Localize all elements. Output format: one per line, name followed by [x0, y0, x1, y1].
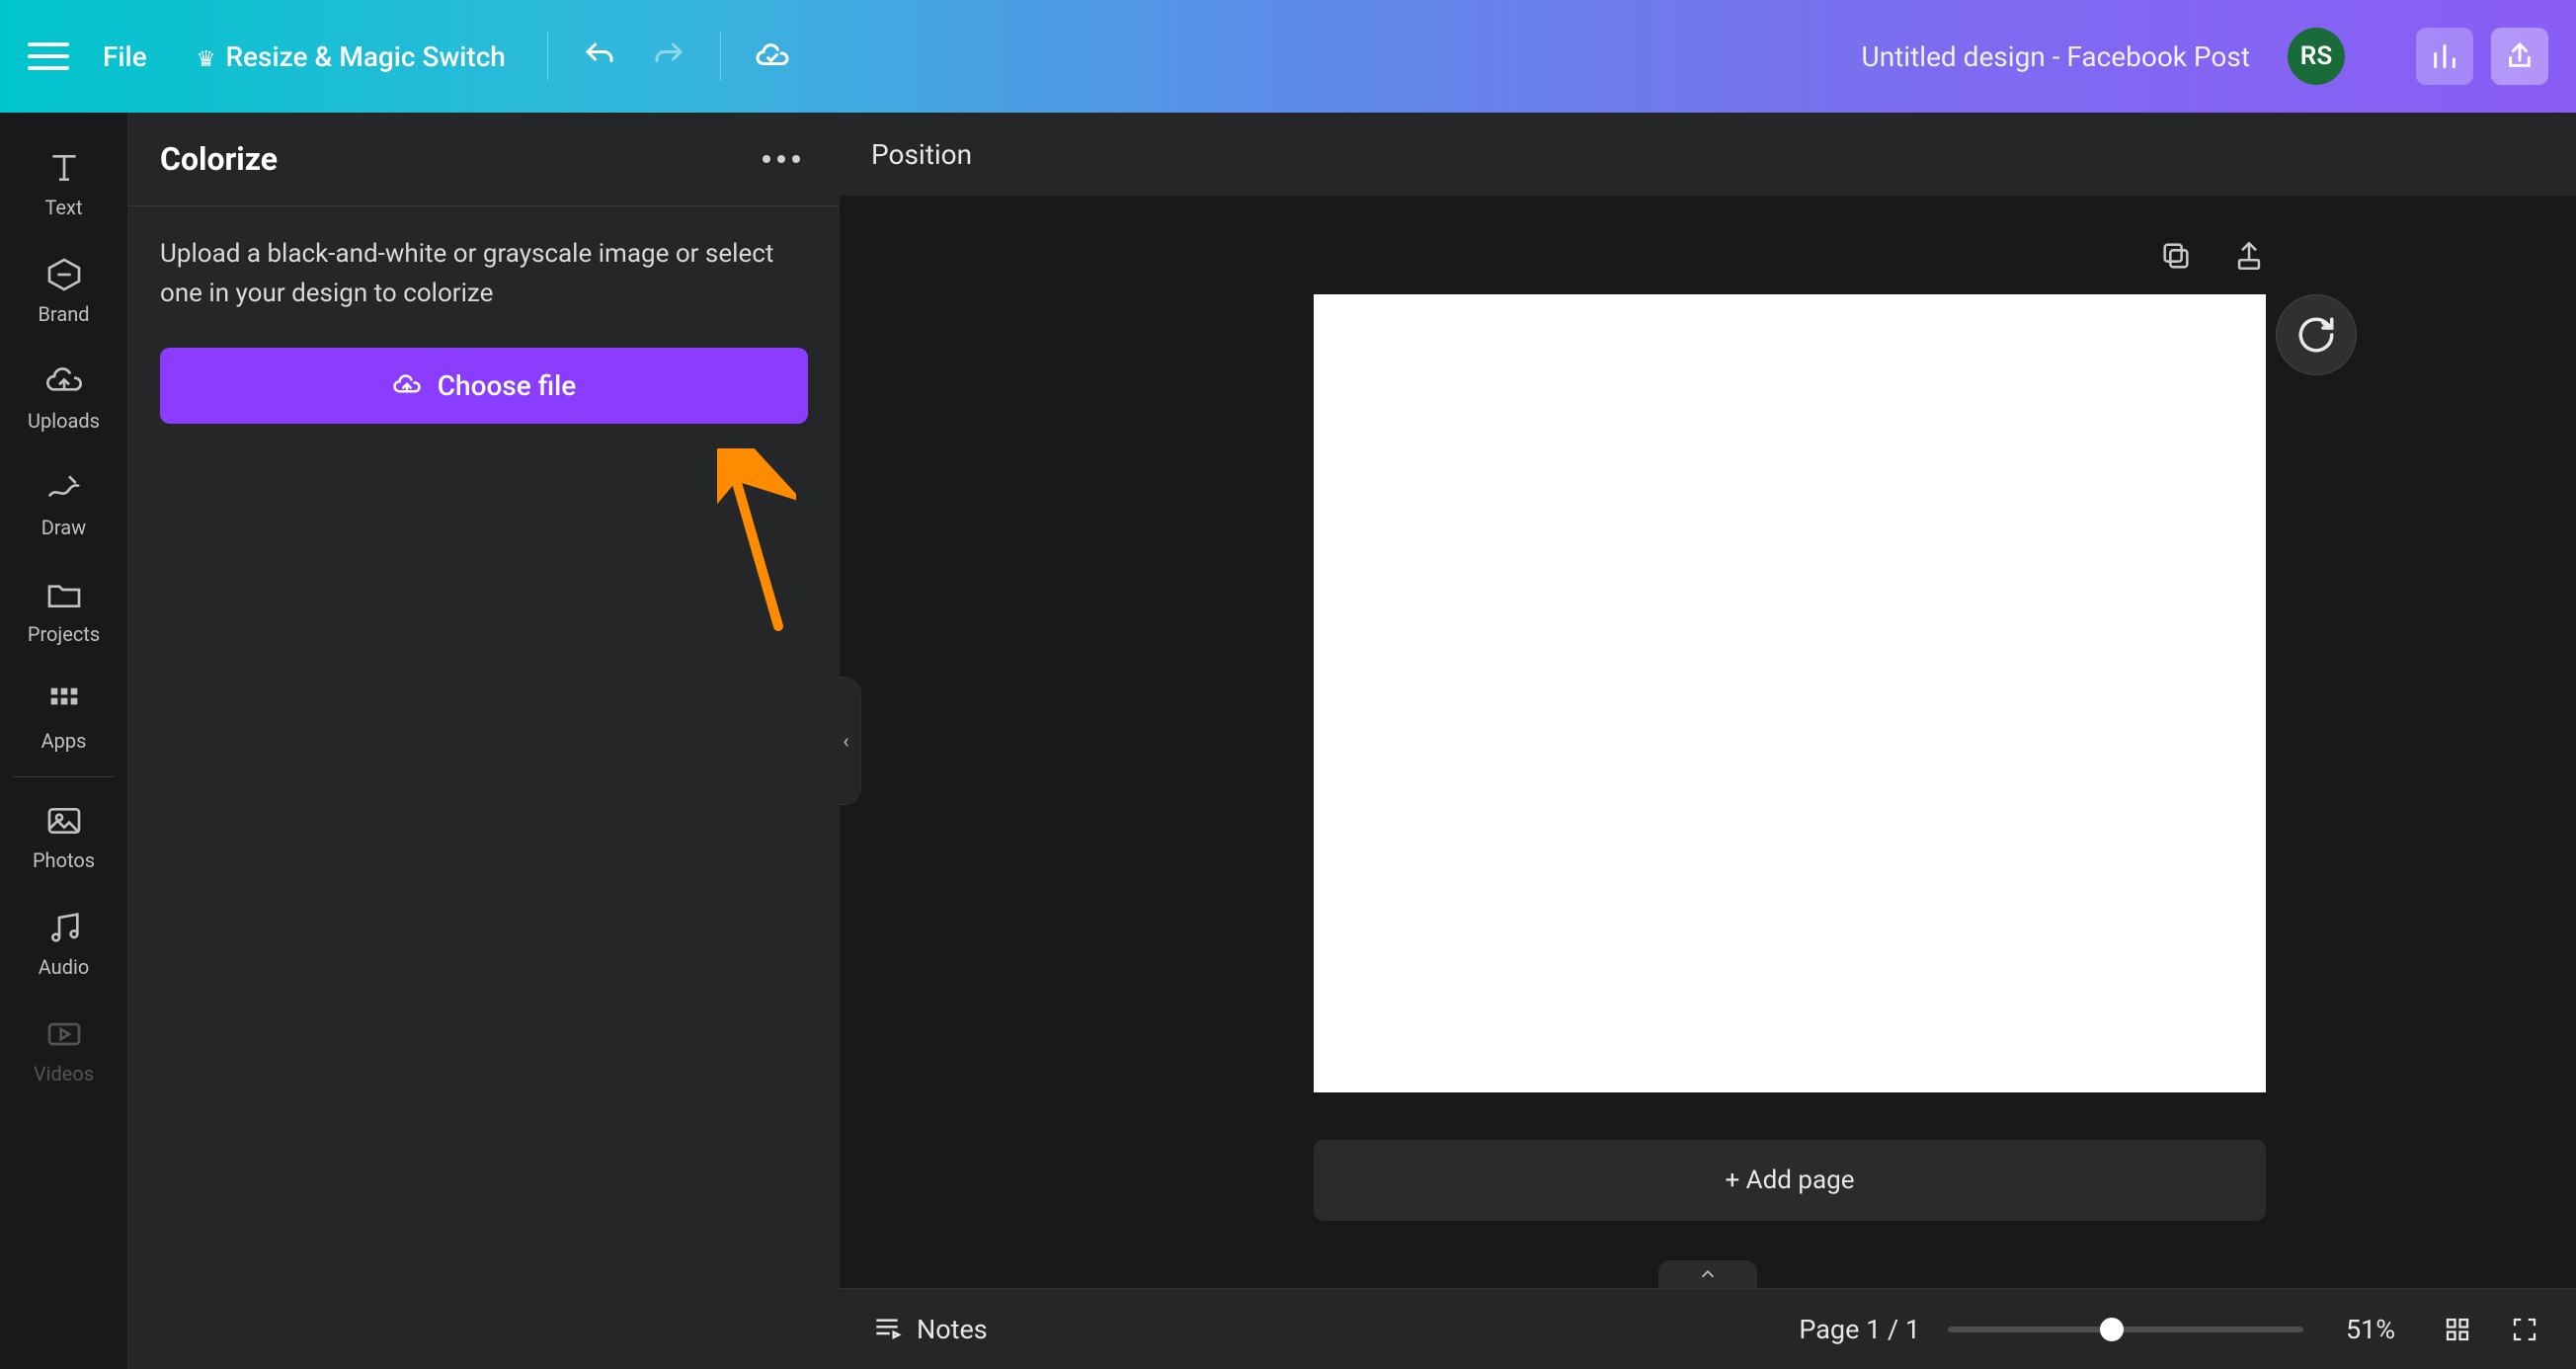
annotation-arrow-icon [717, 448, 796, 636]
rail-item-videos[interactable]: Videos [0, 997, 127, 1103]
panel-description: Upload a black-and-white or grayscale im… [160, 234, 808, 314]
toolbar-divider [720, 32, 721, 81]
rail-separator [13, 776, 115, 777]
rail-label: Projects [28, 622, 100, 646]
rail-item-projects[interactable]: Projects [0, 557, 127, 664]
canvas-area: Position + Add page [840, 113, 2576, 1369]
analytics-button[interactable] [2416, 28, 2473, 85]
rail-item-apps[interactable]: Apps [0, 664, 127, 770]
fullscreen-icon[interactable] [2505, 1310, 2544, 1349]
rail-label: Audio [39, 955, 90, 979]
rail-item-draw[interactable]: Draw [0, 450, 127, 557]
duplicate-page-icon[interactable] [2155, 235, 2197, 277]
undo-button[interactable] [574, 31, 625, 82]
rail-label: Apps [41, 729, 87, 753]
rail-item-audio[interactable]: Audio [0, 890, 127, 997]
menu-hamburger-icon[interactable] [28, 36, 69, 77]
rail-label: Uploads [28, 409, 100, 433]
position-button[interactable]: Position [871, 138, 972, 171]
regenerate-button[interactable] [2276, 294, 2357, 375]
crown-icon [197, 40, 216, 73]
resize-label: Resize & Magic Switch [225, 40, 505, 73]
canvas-viewport[interactable]: + Add page [840, 196, 2576, 1288]
toolbar-divider [547, 32, 548, 81]
document-title[interactable]: Untitled design - Facebook Post [1862, 40, 2250, 73]
rail-label: Photos [33, 848, 95, 872]
rail-label: Draw [41, 516, 86, 539]
upload-cloud-icon [392, 370, 422, 400]
redo-button[interactable] [643, 31, 694, 82]
share-button[interactable] [2491, 28, 2548, 85]
expand-page-icon[interactable] [2228, 235, 2270, 277]
panel-more-icon[interactable] [755, 147, 808, 171]
rail-item-text[interactable]: Text [0, 130, 127, 237]
zoom-percent[interactable]: 51% [2331, 1314, 2410, 1345]
design-page[interactable] [1314, 294, 2266, 1092]
left-rail: Text Brand Uploads Draw Projects Apps [0, 113, 128, 1369]
notes-button[interactable]: Notes [871, 1314, 988, 1345]
grid-view-icon[interactable] [2438, 1310, 2477, 1349]
bottom-bar: Notes Page 1 / 1 51% [840, 1288, 2576, 1369]
zoom-slider[interactable] [1948, 1327, 2303, 1332]
rail-label: Brand [38, 302, 89, 326]
rail-item-brand[interactable]: Brand [0, 237, 127, 344]
page-tray-toggle[interactable] [1658, 1260, 1757, 1288]
page-indicator[interactable]: Page 1 / 1 [1799, 1314, 1920, 1345]
resize-magic-switch-button[interactable]: Resize & Magic Switch [181, 33, 522, 81]
user-avatar[interactable]: RS [2288, 28, 2345, 85]
choose-file-label: Choose file [438, 369, 576, 402]
choose-file-button[interactable]: Choose file [160, 348, 808, 424]
rail-item-photos[interactable]: Photos [0, 783, 127, 890]
panel-title: Colorize [160, 140, 278, 178]
cloud-sync-icon[interactable] [747, 31, 798, 82]
rail-label: Videos [34, 1062, 94, 1086]
top-toolbar: File Resize & Magic Switch Untitled desi… [0, 0, 2576, 113]
side-panel: Colorize Upload a black-and-white or gra… [128, 113, 840, 1369]
rail-label: Text [44, 196, 82, 219]
rail-item-uploads[interactable]: Uploads [0, 344, 127, 450]
zoom-slider-thumb[interactable] [2100, 1318, 2124, 1341]
notes-label: Notes [917, 1314, 988, 1345]
file-menu-button[interactable]: File [87, 33, 163, 81]
canvas-toolbar: Position [840, 113, 2576, 196]
add-page-button[interactable]: + Add page [1314, 1140, 2266, 1221]
